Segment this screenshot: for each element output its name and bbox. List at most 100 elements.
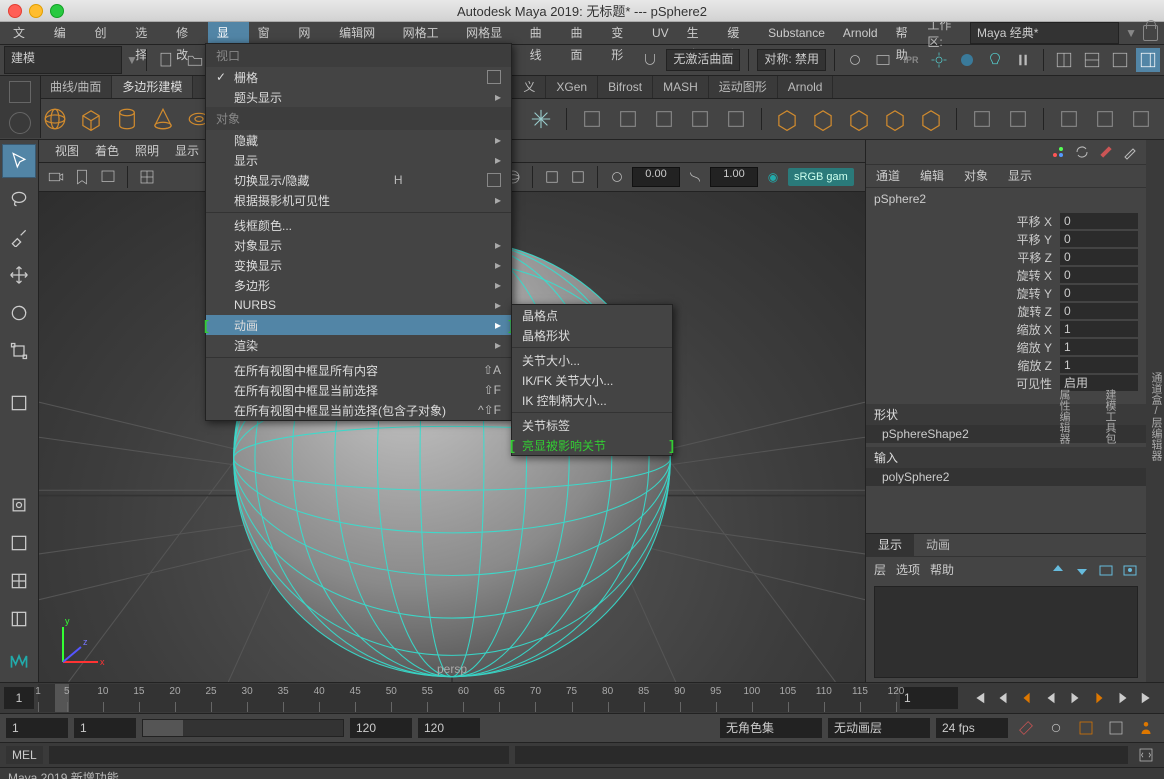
shelf-generic-icon[interactable] xyxy=(577,104,607,134)
vp-bookmark-icon[interactable] xyxy=(71,166,93,188)
layout-custom-icon[interactable] xyxy=(2,602,36,636)
vp-select-camera-icon[interactable] xyxy=(45,166,67,188)
panel-layout3-icon[interactable] xyxy=(1108,48,1132,72)
layer-menu-options[interactable]: 选项 xyxy=(896,561,920,578)
shelf-cube-icon[interactable] xyxy=(772,104,802,134)
workspace-selector[interactable]: Maya 经典* xyxy=(970,22,1119,44)
light-editor-icon[interactable] xyxy=(983,48,1007,72)
menu-substance[interactable]: Substance xyxy=(759,22,834,44)
menu-mesh-tools[interactable]: 网格工具 xyxy=(394,22,458,44)
layer-list[interactable] xyxy=(874,586,1138,678)
shelf-tab-bifrost[interactable]: Bifrost xyxy=(598,76,653,98)
menu-item[interactable]: 线框颜色... xyxy=(206,215,511,235)
step-forward-key-button[interactable] xyxy=(1114,689,1132,707)
scale-tool[interactable] xyxy=(2,334,36,368)
menu-select[interactable]: 选择 xyxy=(126,22,167,44)
cb-edit-icon[interactable] xyxy=(1122,144,1138,160)
layer-move-down-icon[interactable] xyxy=(1074,562,1090,578)
menu-option-box[interactable] xyxy=(487,70,501,84)
layout-single-icon[interactable] xyxy=(2,526,36,560)
step-back-button[interactable] xyxy=(1018,689,1036,707)
time-slider[interactable]: 1 15101520253035404550556065707580859095… xyxy=(0,682,1164,714)
menu-arnold[interactable]: Arnold xyxy=(834,22,887,44)
paint-select-tool[interactable] xyxy=(2,220,36,254)
vp-colorspace-dropdown[interactable]: sRGB gam xyxy=(788,168,854,186)
menu-item[interactable]: ✓栅格 xyxy=(206,67,511,87)
minimize-window-button[interactable] xyxy=(29,4,43,18)
vp-menu-display[interactable]: 显示 xyxy=(167,140,207,162)
menu-generate[interactable]: 生成 xyxy=(678,22,719,44)
move-tool[interactable] xyxy=(2,258,36,292)
menu-file[interactable]: 文件 xyxy=(4,22,45,44)
shelf-cube5-icon[interactable] xyxy=(916,104,946,134)
menu-item[interactable]: 对象显示▸ xyxy=(206,235,511,255)
menu-display[interactable]: 显示 xyxy=(208,22,249,44)
shelf-cube4-icon[interactable] xyxy=(880,104,910,134)
vp-menu-view[interactable]: 视图 xyxy=(47,140,87,162)
cb-attr-value[interactable]: 0 xyxy=(1060,285,1138,301)
menu-mesh[interactable]: 网格 xyxy=(289,22,330,44)
shelf-tab-motion[interactable]: 运动图形 xyxy=(709,76,778,98)
cb-tab-edit[interactable]: 编辑 xyxy=(910,165,954,187)
layer-menu-help[interactable]: 帮助 xyxy=(930,561,954,578)
menu-surfaces[interactable]: 曲面 xyxy=(561,22,602,44)
vp-menu-lighting[interactable]: 照明 xyxy=(127,140,167,162)
live-surface-dropdown[interactable]: 无激活曲面 xyxy=(666,49,740,71)
cb-input-name[interactable]: polySphere2 xyxy=(866,468,1146,486)
sidetab-channelbox[interactable]: 通道盒/层编辑器 xyxy=(1148,372,1164,461)
menu-item[interactable]: 题头显示▸ xyxy=(206,87,511,107)
select-tool[interactable] xyxy=(2,144,36,178)
cmd-input[interactable] xyxy=(49,746,509,764)
cb-tab-channels[interactable]: 通道 xyxy=(866,165,910,187)
shelf-editor-icon[interactable] xyxy=(9,81,31,103)
submenu-item[interactable]: 关节标签 xyxy=(512,415,672,435)
cb-attr-value[interactable]: 0 xyxy=(1060,213,1138,229)
shelf-tab-xgen[interactable]: XGen xyxy=(546,76,598,98)
submenu-item[interactable]: 晶格形状 xyxy=(512,325,672,345)
vp-exposure-icon[interactable] xyxy=(606,166,628,188)
hypershade-icon[interactable] xyxy=(955,48,979,72)
shelf-generic-icon[interactable] xyxy=(649,104,679,134)
layer-new-selected-icon[interactable] xyxy=(1122,562,1138,578)
poly-sphere-icon[interactable] xyxy=(40,104,70,134)
menu-edit-mesh[interactable]: 编辑网格 xyxy=(330,22,394,44)
vp-exposure-field[interactable]: 0.00 xyxy=(632,167,680,187)
menu-create[interactable]: 创建 xyxy=(86,22,127,44)
range-end-field[interactable]: 120 xyxy=(350,718,412,738)
vp-image-plane-icon[interactable] xyxy=(97,166,119,188)
menu-item[interactable]: 在所有视图中框显当前选择(包含子对象)^⇧F xyxy=(206,400,511,420)
render-settings-icon[interactable] xyxy=(927,48,951,72)
cb-attr-value[interactable]: 1 xyxy=(1060,321,1138,337)
new-scene-icon[interactable] xyxy=(155,48,179,72)
rotate-tool[interactable] xyxy=(2,296,36,330)
menu-item[interactable]: 变换显示▸ xyxy=(206,255,511,275)
magnet-icon[interactable] xyxy=(638,48,662,72)
mode-selector[interactable]: 建模 xyxy=(4,46,122,74)
menu-help[interactable]: 帮助 xyxy=(887,22,928,44)
menu-item[interactable]: 渲染▸ xyxy=(206,335,511,355)
menu-item[interactable]: [动画▸] xyxy=(206,315,511,335)
layer-tab-display[interactable]: 显示 xyxy=(866,534,914,556)
menu-mesh-display[interactable]: 网格显示 xyxy=(457,22,521,44)
cb-attr-value[interactable]: 0 xyxy=(1060,267,1138,283)
menu-item[interactable]: 多边形▸ xyxy=(206,275,511,295)
shelf-cube2-icon[interactable] xyxy=(808,104,838,134)
vp-grid-icon[interactable] xyxy=(136,166,158,188)
cmd-language-toggle[interactable]: MEL xyxy=(6,746,43,764)
submenu-item[interactable]: 关节大小... xyxy=(512,350,672,370)
cb-attr-value[interactable]: 0 xyxy=(1060,231,1138,247)
menu-deform[interactable]: 变形 xyxy=(602,22,643,44)
menu-cache[interactable]: 缓存 xyxy=(718,22,759,44)
shelf-generic-icon[interactable] xyxy=(1126,104,1156,134)
go-end-button[interactable] xyxy=(1138,689,1156,707)
menu-modify[interactable]: 修改 xyxy=(167,22,208,44)
close-window-button[interactable] xyxy=(8,4,22,18)
render-icon[interactable] xyxy=(871,48,895,72)
panel-layout2-icon[interactable] xyxy=(1080,48,1104,72)
vp-xray-icon[interactable] xyxy=(567,166,589,188)
character-icon[interactable] xyxy=(1134,716,1158,740)
anim-start-field[interactable]: 1 xyxy=(6,718,68,738)
shelf-cube3-icon[interactable] xyxy=(844,104,874,134)
current-time-field[interactable]: 1 xyxy=(4,687,34,709)
menu-option-box[interactable] xyxy=(487,173,501,187)
